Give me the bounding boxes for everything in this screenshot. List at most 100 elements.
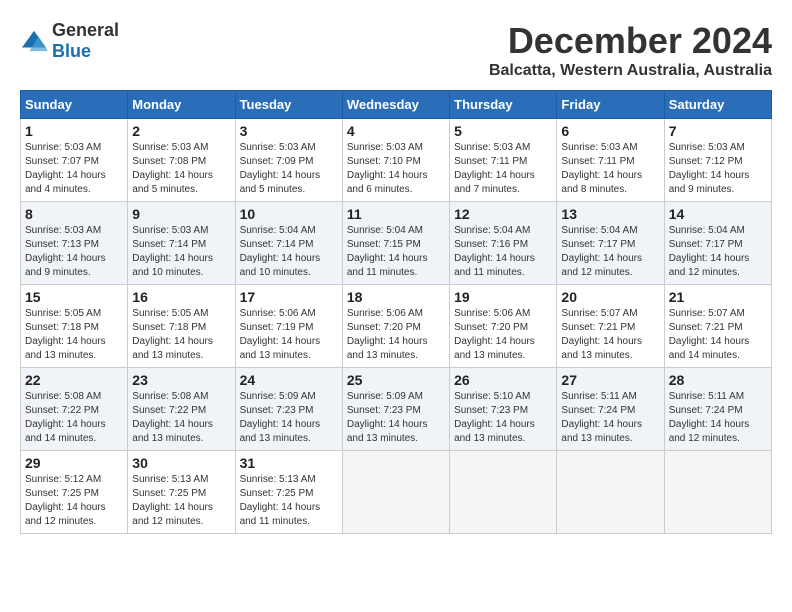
calendar-day-cell: 12Sunrise: 5:04 AM Sunset: 7:16 PM Dayli… — [450, 202, 557, 285]
day-info: Sunrise: 5:05 AM Sunset: 7:18 PM Dayligh… — [25, 307, 123, 363]
day-info: Sunrise: 5:03 AM Sunset: 7:08 PM Dayligh… — [132, 141, 230, 197]
day-number: 29 — [25, 455, 123, 471]
page-header: General Blue December 2024 Balcatta, Wes… — [20, 20, 772, 80]
weekday-header: Monday — [128, 91, 235, 119]
weekday-header: Tuesday — [235, 91, 342, 119]
calendar-title: December 2024 — [489, 20, 772, 62]
day-number: 30 — [132, 455, 230, 471]
day-info: Sunrise: 5:06 AM Sunset: 7:20 PM Dayligh… — [454, 307, 552, 363]
day-number: 22 — [25, 372, 123, 388]
day-number: 1 — [25, 123, 123, 139]
calendar-day-cell: 3 Sunrise: 5:03 AM Sunset: 7:09 PM Daylig… — [235, 119, 342, 202]
calendar-day-cell: 28 Sunrise: 5:11 AM Sunset: 7:24 PM Dayli… — [664, 368, 771, 451]
day-info: Sunrise: 5:03 AM Sunset: 7:07 PM Dayligh… — [25, 141, 123, 197]
calendar-day-cell: 4 Sunrise: 5:03 AM Sunset: 7:10 PM Daylig… — [342, 119, 449, 202]
day-info: Sunrise: 5:07 AM Sunset: 7:21 PM Dayligh… — [561, 307, 659, 363]
day-number: 19 — [454, 289, 552, 305]
calendar-day-cell: 24 Sunrise: 5:09 AM Sunset: 7:23 PM Dayli… — [235, 368, 342, 451]
weekday-header: Wednesday — [342, 91, 449, 119]
calendar-day-cell: 18Sunrise: 5:06 AM Sunset: 7:20 PM Dayli… — [342, 285, 449, 368]
day-info: Sunrise: 5:08 AM Sunset: 7:22 PM Dayligh… — [132, 390, 230, 446]
day-number: 31 — [240, 455, 338, 471]
day-number: 12 — [454, 206, 552, 222]
calendar-day-cell: 7 Sunrise: 5:03 AM Sunset: 7:12 PM Daylig… — [664, 119, 771, 202]
calendar-day-cell: 9Sunrise: 5:03 AM Sunset: 7:14 PM Daylig… — [128, 202, 235, 285]
calendar-day-cell: 20 Sunrise: 5:07 AM Sunset: 7:21 PM Dayli… — [557, 285, 664, 368]
day-info: Sunrise: 5:06 AM Sunset: 7:20 PM Dayligh… — [347, 307, 445, 363]
day-info: Sunrise: 5:10 AM Sunset: 7:23 PM Dayligh… — [454, 390, 552, 446]
calendar-day-cell: 10 Sunrise: 5:04 AM Sunset: 7:14 PM Dayli… — [235, 202, 342, 285]
day-number: 6 — [561, 123, 659, 139]
day-number: 17 — [240, 289, 338, 305]
day-number: 8 — [25, 206, 123, 222]
calendar-header: SundayMondayTuesdayWednesdayThursdayFrid… — [21, 91, 772, 119]
calendar-day-cell: 15 Sunrise: 5:05 AM Sunset: 7:18 PM Dayli… — [21, 285, 128, 368]
calendar-day-cell: 31 Sunrise: 5:13 AM Sunset: 7:25 PM Dayli… — [235, 451, 342, 534]
weekday-header: Thursday — [450, 91, 557, 119]
logo-text: General Blue — [52, 20, 119, 62]
day-number: 28 — [669, 372, 767, 388]
calendar-day-cell: 6 Sunrise: 5:03 AM Sunset: 7:11 PM Daylig… — [557, 119, 664, 202]
day-number: 4 — [347, 123, 445, 139]
calendar-day-cell: 1 Sunrise: 5:03 AM Sunset: 7:07 PM Daylig… — [21, 119, 128, 202]
day-number: 10 — [240, 206, 338, 222]
day-number: 23 — [132, 372, 230, 388]
logo-icon — [20, 29, 48, 53]
calendar-day-cell: 30 Sunrise: 5:13 AM Sunset: 7:25 PM Dayli… — [128, 451, 235, 534]
calendar-day-cell — [450, 451, 557, 534]
day-number: 16 — [132, 289, 230, 305]
day-info: Sunrise: 5:05 AM Sunset: 7:18 PM Dayligh… — [132, 307, 230, 363]
weekday-header: Sunday — [21, 91, 128, 119]
calendar-day-cell: 17 Sunrise: 5:06 AM Sunset: 7:19 PM Dayli… — [235, 285, 342, 368]
calendar-week-row: 1 Sunrise: 5:03 AM Sunset: 7:07 PM Daylig… — [21, 119, 772, 202]
weekday-header: Saturday — [664, 91, 771, 119]
day-info: Sunrise: 5:09 AM Sunset: 7:23 PM Dayligh… — [240, 390, 338, 446]
day-number: 21 — [669, 289, 767, 305]
day-info: Sunrise: 5:06 AM Sunset: 7:19 PM Dayligh… — [240, 307, 338, 363]
day-info: Sunrise: 5:03 AM Sunset: 7:10 PM Dayligh… — [347, 141, 445, 197]
calendar-week-row: 29 Sunrise: 5:12 AM Sunset: 7:25 PM Dayli… — [21, 451, 772, 534]
calendar-day-cell: 13 Sunrise: 5:04 AM Sunset: 7:17 PM Dayli… — [557, 202, 664, 285]
calendar-day-cell: 26 Sunrise: 5:10 AM Sunset: 7:23 PM Dayli… — [450, 368, 557, 451]
calendar-day-cell: 8 Sunrise: 5:03 AM Sunset: 7:13 PM Daylig… — [21, 202, 128, 285]
day-info: Sunrise: 5:11 AM Sunset: 7:24 PM Dayligh… — [669, 390, 767, 446]
day-number: 14 — [669, 206, 767, 222]
day-number: 13 — [561, 206, 659, 222]
calendar-day-cell: 16 Sunrise: 5:05 AM Sunset: 7:18 PM Dayli… — [128, 285, 235, 368]
calendar-table: SundayMondayTuesdayWednesdayThursdayFrid… — [20, 90, 772, 534]
calendar-subtitle: Balcatta, Western Australia, Australia — [489, 62, 772, 80]
day-info: Sunrise: 5:09 AM Sunset: 7:23 PM Dayligh… — [347, 390, 445, 446]
day-number: 15 — [25, 289, 123, 305]
day-info: Sunrise: 5:13 AM Sunset: 7:25 PM Dayligh… — [240, 473, 338, 529]
day-info: Sunrise: 5:11 AM Sunset: 7:24 PM Dayligh… — [561, 390, 659, 446]
day-number: 25 — [347, 372, 445, 388]
day-number: 2 — [132, 123, 230, 139]
day-info: Sunrise: 5:04 AM Sunset: 7:17 PM Dayligh… — [561, 224, 659, 280]
day-number: 3 — [240, 123, 338, 139]
day-info: Sunrise: 5:03 AM Sunset: 7:12 PM Dayligh… — [669, 141, 767, 197]
day-number: 27 — [561, 372, 659, 388]
day-info: Sunrise: 5:04 AM Sunset: 7:14 PM Dayligh… — [240, 224, 338, 280]
calendar-day-cell: 2 Sunrise: 5:03 AM Sunset: 7:08 PM Daylig… — [128, 119, 235, 202]
day-info: Sunrise: 5:03 AM Sunset: 7:11 PM Dayligh… — [561, 141, 659, 197]
day-info: Sunrise: 5:03 AM Sunset: 7:14 PM Dayligh… — [132, 224, 230, 280]
day-info: Sunrise: 5:03 AM Sunset: 7:09 PM Dayligh… — [240, 141, 338, 197]
calendar-week-row: 15 Sunrise: 5:05 AM Sunset: 7:18 PM Dayli… — [21, 285, 772, 368]
calendar-day-cell: 5Sunrise: 5:03 AM Sunset: 7:11 PM Daylig… — [450, 119, 557, 202]
calendar-day-cell — [557, 451, 664, 534]
day-number: 7 — [669, 123, 767, 139]
day-info: Sunrise: 5:08 AM Sunset: 7:22 PM Dayligh… — [25, 390, 123, 446]
day-info: Sunrise: 5:12 AM Sunset: 7:25 PM Dayligh… — [25, 473, 123, 529]
calendar-day-cell: 19 Sunrise: 5:06 AM Sunset: 7:20 PM Dayli… — [450, 285, 557, 368]
day-number: 5 — [454, 123, 552, 139]
calendar-day-cell: 23 Sunrise: 5:08 AM Sunset: 7:22 PM Dayli… — [128, 368, 235, 451]
day-info: Sunrise: 5:13 AM Sunset: 7:25 PM Dayligh… — [132, 473, 230, 529]
day-number: 20 — [561, 289, 659, 305]
calendar-day-cell: 22 Sunrise: 5:08 AM Sunset: 7:22 PM Dayli… — [21, 368, 128, 451]
day-info: Sunrise: 5:03 AM Sunset: 7:13 PM Dayligh… — [25, 224, 123, 280]
day-number: 26 — [454, 372, 552, 388]
day-number: 24 — [240, 372, 338, 388]
calendar-day-cell — [664, 451, 771, 534]
day-info: Sunrise: 5:04 AM Sunset: 7:17 PM Dayligh… — [669, 224, 767, 280]
day-info: Sunrise: 5:07 AM Sunset: 7:21 PM Dayligh… — [669, 307, 767, 363]
